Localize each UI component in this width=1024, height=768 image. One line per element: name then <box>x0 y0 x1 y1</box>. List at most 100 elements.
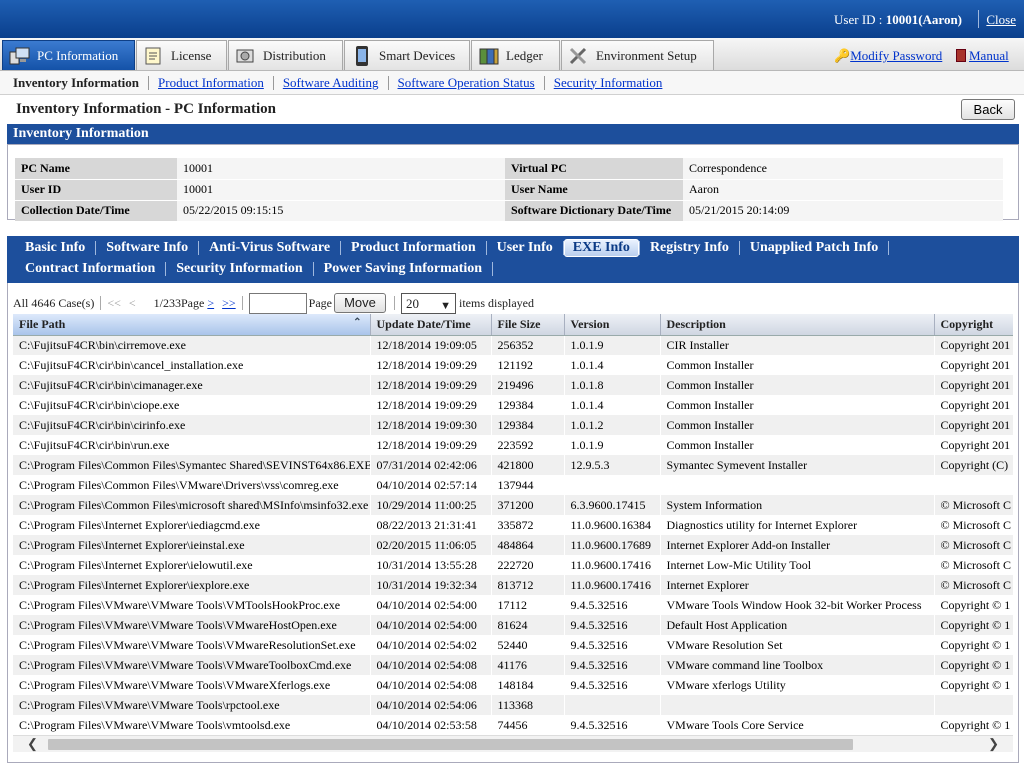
table-row[interactable]: C:\Program Files\Internet Explorer\ielow… <box>13 555 1013 575</box>
table-row[interactable]: C:\Program Files\VMware\VMware Tools\VMw… <box>13 655 1013 675</box>
items-per-page-select[interactable]: 20 ▼ <box>400 292 456 314</box>
table-row[interactable]: C:\Program Files\Common Files\microsoft … <box>13 495 1013 515</box>
table-row[interactable]: C:\Program Files\Common Files\Symantec S… <box>13 455 1013 475</box>
cell-copyright: Copyright 201 <box>934 355 1013 375</box>
table-row[interactable]: C:\Program Files\VMware\VMware Tools\rpc… <box>13 695 1013 715</box>
inventory-info-table: PC Name 10001 Virtual PC Correspondence … <box>15 158 1003 222</box>
tab-registry-info[interactable]: Registry Info <box>640 240 739 256</box>
cell-file-path: C:\FujitsuF4CR\cir\bin\ciope.exe <box>13 395 371 415</box>
cell-copyright: © Microsoft C <box>934 575 1013 595</box>
cell-file-size: 335872 <box>491 515 565 535</box>
table-row[interactable]: C:\FujitsuF4CR\bin\cirremove.exe 12/18/20… <box>13 335 1013 355</box>
cell-file-path: C:\Program Files\VMware\VMware Tools\VMw… <box>13 615 371 635</box>
menu-tab-distribution[interactable]: Distribution <box>228 40 343 70</box>
cell-description <box>660 695 935 715</box>
tab-contract-information[interactable]: Contract Information <box>15 261 165 277</box>
cell-update-datetime: 12/18/2014 19:09:29 <box>370 375 492 395</box>
table-row[interactable]: C:\Program Files\VMware\VMware Tools\VMw… <box>13 615 1013 635</box>
tab-software-info[interactable]: Software Info <box>96 240 198 256</box>
subnav-link-software-operation-status[interactable]: Software Operation Status <box>398 75 535 91</box>
tab-product-information[interactable]: Product Information <box>341 240 486 256</box>
cell-description: Common Installer <box>660 435 935 455</box>
close-link[interactable]: Close <box>986 12 1016 28</box>
cell-description: Internet Low-Mic Utility Tool <box>660 555 935 575</box>
virtual-pc-label: Virtual PC <box>505 158 683 180</box>
horizontal-scrollbar[interactable]: ❮ ❯ <box>13 735 1013 752</box>
modify-password-link-group[interactable]: 🔑Modify Password <box>834 48 942 64</box>
menu-tab-label: Distribution <box>263 47 326 63</box>
column-header-copyright[interactable]: Copyright <box>934 314 1013 336</box>
tab-divider <box>492 262 494 276</box>
table-row[interactable]: C:\Program Files\VMware\VMware Tools\vmt… <box>13 715 1013 735</box>
cell-update-datetime: 04/10/2014 02:54:00 <box>370 595 492 615</box>
back-button[interactable]: Back <box>961 99 1015 120</box>
column-header-description[interactable]: Description <box>660 314 935 336</box>
cell-copyright: Copyright 201 <box>934 335 1013 355</box>
cell-file-path: C:\Program Files\VMware\VMware Tools\VMw… <box>13 635 371 655</box>
cell-file-path: C:\FujitsuF4CR\cir\bin\run.exe <box>13 435 371 455</box>
page-number-input[interactable] <box>248 292 307 314</box>
table-row[interactable]: C:\FujitsuF4CR\cir\bin\run.exe 12/18/2014… <box>13 435 1013 455</box>
cell-file-size: 137944 <box>491 475 565 495</box>
manual-link-group[interactable]: Manual <box>956 48 1009 64</box>
table-row[interactable]: C:\Program Files\Internet Explorer\ieins… <box>13 535 1013 555</box>
column-header-file-path[interactable]: File Path ⌃ <box>13 314 371 336</box>
scroll-right-arrow-icon[interactable]: ❯ <box>988 736 999 752</box>
table-row[interactable]: C:\FujitsuF4CR\cir\bin\cancel_installati… <box>13 355 1013 375</box>
table-row[interactable]: C:\FujitsuF4CR\cir\bin\cirinfo.exe 12/18/… <box>13 415 1013 435</box>
tab-power-saving-information[interactable]: Power Saving Information <box>314 261 492 277</box>
cell-description: VMware Tools Window Hook 32-bit Worker P… <box>660 595 935 615</box>
menu-tab-smart-devices[interactable]: Smart Devices <box>344 40 470 70</box>
scrollbar-thumb[interactable] <box>48 739 853 750</box>
scroll-left-arrow-icon[interactable]: ❮ <box>27 736 38 752</box>
column-header-file-size[interactable]: File Size <box>491 314 565 336</box>
tab-unapplied-patch-info[interactable]: Unapplied Patch Info <box>740 240 888 256</box>
move-button[interactable]: Move <box>333 293 386 313</box>
manual-link[interactable]: Manual <box>969 48 1009 63</box>
table-row[interactable]: C:\Program Files\Internet Explorer\iexpl… <box>13 575 1013 595</box>
menu-tab-ledger[interactable]: Ledger <box>471 40 560 70</box>
subnav-link-product-information[interactable]: Product Information <box>158 75 264 91</box>
subnav-divider <box>543 75 545 90</box>
menu-tab-license[interactable]: License <box>136 40 227 70</box>
table-row[interactable]: C:\FujitsuF4CR\cir\bin\ciope.exe 12/18/20… <box>13 395 1013 415</box>
cell-file-path: C:\FujitsuF4CR\cir\bin\cancel_installati… <box>13 355 371 375</box>
table-row[interactable]: C:\Program Files\Common Files\VMware\Dri… <box>13 475 1013 495</box>
column-header-update-datetime[interactable]: Update Date/Time <box>370 314 492 336</box>
cell-update-datetime: 12/18/2014 19:09:29 <box>370 435 492 455</box>
cell-description: Default Host Application <box>660 615 935 635</box>
table-row[interactable]: C:\Program Files\VMware\VMware Tools\VMw… <box>13 635 1013 655</box>
first-page-link[interactable]: << <box>107 296 121 311</box>
cell-file-size: 222720 <box>491 555 565 575</box>
cell-copyright <box>934 475 1013 495</box>
table-row[interactable]: C:\FujitsuF4CR\cir\bin\cimanager.exe 12/1… <box>13 375 1013 395</box>
modify-password-link[interactable]: Modify Password <box>850 48 942 63</box>
tab-anti-virus-software[interactable]: Anti-Virus Software <box>199 240 340 256</box>
cell-file-size: 223592 <box>491 435 565 455</box>
menu-tab-pc-information[interactable]: PC Information <box>2 40 135 70</box>
last-page-link[interactable]: >> <box>222 296 236 311</box>
cell-update-datetime: 07/31/2014 02:42:06 <box>370 455 492 475</box>
next-page-link[interactable]: > <box>207 296 214 311</box>
tab-basic-info[interactable]: Basic Info <box>15 240 95 256</box>
table-row[interactable]: C:\Program Files\VMware\VMware Tools\VMT… <box>13 595 1013 615</box>
tab-divider <box>888 241 890 255</box>
table-row[interactable]: C:\Program Files\VMware\VMware Tools\VMw… <box>13 675 1013 695</box>
dictionary-datetime-value: 05/21/2015 20:14:09 <box>683 200 1003 222</box>
subnav-divider <box>148 75 150 90</box>
subnav-link-software-auditing[interactable]: Software Auditing <box>283 75 379 91</box>
cell-file-path: C:\Program Files\VMware\VMware Tools\vmt… <box>13 715 371 735</box>
cell-file-path: C:\Program Files\Internet Explorer\iedia… <box>13 515 371 535</box>
subnav-link-security-information[interactable]: Security Information <box>554 75 663 91</box>
menu-tab-environment-setup[interactable]: Environment Setup <box>561 40 714 70</box>
license-icon <box>143 45 165 67</box>
info-tabs-row-2: Contract Information Security Informatio… <box>15 259 494 279</box>
column-header-version[interactable]: Version <box>564 314 661 336</box>
table-row[interactable]: C:\Program Files\Internet Explorer\iedia… <box>13 515 1013 535</box>
tab-user-info[interactable]: User Info <box>487 240 563 256</box>
cell-file-size: 129384 <box>491 395 565 415</box>
tab-security-information[interactable]: Security Information <box>166 261 312 277</box>
prev-page-link[interactable]: < <box>129 296 136 311</box>
book-icon <box>956 49 966 62</box>
tab-exe-info[interactable]: EXE Info <box>563 239 639 257</box>
